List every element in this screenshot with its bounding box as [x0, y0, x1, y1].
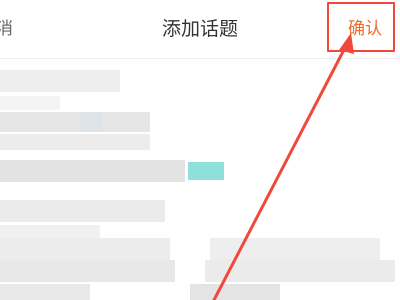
confirm-highlight-box: [327, 2, 395, 52]
list-item[interactable]: [0, 160, 185, 182]
list-item[interactable]: [0, 134, 150, 150]
list-item[interactable]: [0, 284, 90, 300]
list-item[interactable]: [210, 238, 380, 260]
list-item[interactable]: [0, 96, 60, 110]
list-item[interactable]: [0, 238, 170, 260]
list-item[interactable]: [0, 200, 165, 222]
topic-tag: [188, 162, 224, 180]
list-item-fragment: [80, 112, 102, 132]
list-item[interactable]: [190, 284, 280, 300]
list-item[interactable]: [0, 70, 120, 92]
list-item[interactable]: [0, 112, 150, 132]
topic-list: [0, 60, 400, 300]
list-item[interactable]: [0, 260, 175, 282]
list-item[interactable]: [0, 225, 100, 239]
list-item[interactable]: [205, 260, 395, 282]
